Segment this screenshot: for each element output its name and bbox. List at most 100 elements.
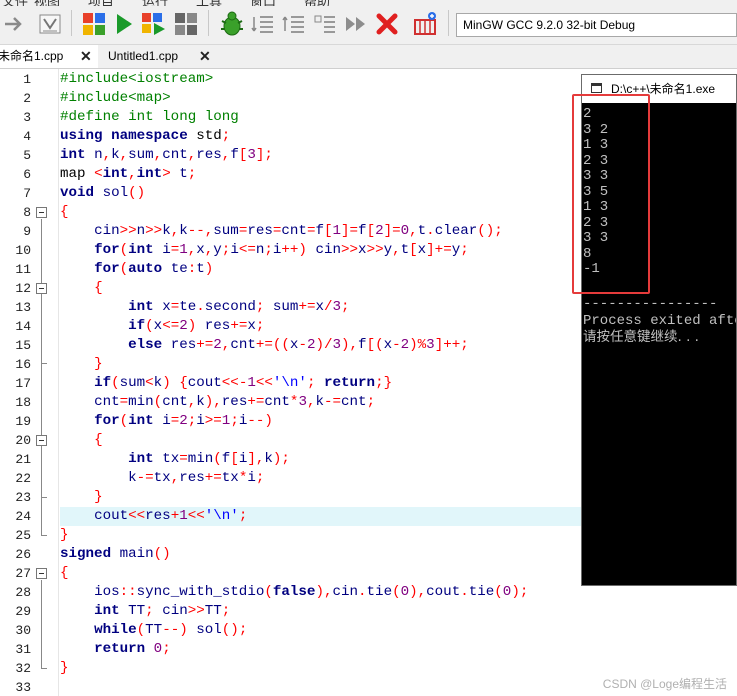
line-number: 4 [23,129,31,144]
watermark: CSDN @Loge编程生活 [602,677,727,691]
code-line: { [60,565,69,581]
line-number: 2 [23,91,31,106]
line-number: 17 [15,376,31,391]
fold-toggle-icon[interactable] [36,435,47,446]
fold-line [41,580,42,668]
line-number: 29 [15,604,31,619]
console-press-key: 请按任意键继续. . . [583,329,699,345]
compiler-select[interactable]: MinGW GCC 9.2.0 32-bit Debug [456,13,737,37]
line-number: 33 [15,680,31,695]
fold-toggle-icon[interactable] [36,283,47,294]
line-number: 15 [15,338,31,353]
line-number: 6 [23,167,31,182]
annotation-box [572,94,650,294]
console-exit-message: Process exited after [583,313,737,329]
code-line: k-=tx,res+=tx*i; [128,470,265,486]
profile-icon[interactable] [411,10,439,38]
compile-run-icon[interactable] [140,10,168,38]
toolbar-separator [448,10,449,36]
menu-view[interactable]: 视图 [34,0,60,6]
close-icon[interactable]: ✕ [80,45,92,68]
fold-toggle-icon[interactable] [36,207,47,218]
code-line: #include<map> [60,90,171,106]
line-number: 23 [15,490,31,505]
line-number: 18 [15,395,31,410]
tab-bar: 未命名1.cpp ✕ Untitled1.cpp ✕ [0,45,737,69]
line-number: 21 [15,452,31,467]
unindent-icon[interactable] [280,10,308,38]
grid-color-icon[interactable] [80,10,108,38]
code-line: if(x<=2) res+=x; [128,318,265,334]
next-icon[interactable] [342,10,370,38]
line-number: 25 [15,528,31,543]
code-line: for(auto te:t) [94,261,214,277]
code-line: } [60,527,69,543]
line-number: 3 [23,110,31,125]
format-icon[interactable] [36,10,64,38]
toolbar-separator [71,10,72,36]
line-number: 16 [15,357,31,372]
code-line: { [94,280,103,296]
forward-icon[interactable] [0,10,28,38]
code-line: #include<iostream> [60,71,214,87]
run-icon[interactable] [110,10,138,38]
line-number: 11 [15,262,31,277]
code-line: for(int i=1,x,y;i<=n;i++) cin>>x>>y,t[x]… [94,242,469,258]
fold-icon[interactable] [311,10,339,38]
toolbar-separator [208,10,209,36]
grid-icon[interactable] [172,10,200,38]
close-icon[interactable]: ✕ [199,45,211,68]
code-line: for(int i=2;i>=1;i--) [94,413,273,429]
line-number: 14 [15,319,31,334]
code-line: #define int long long [60,109,239,125]
code-line: int tx=min(f[i],k); [128,451,290,467]
code-line: int x=te.second; sum+=x/3; [128,299,350,315]
menu-help[interactable]: 帮助 [304,0,330,6]
fold-end [41,535,47,536]
menu-project[interactable]: 项目 [88,0,114,6]
fold-toggle-icon[interactable] [36,568,47,579]
code-line: int n,k,sum,cnt,res,f[3]; [60,147,273,163]
menu-window[interactable]: 窗口 [250,0,276,6]
code-line: } [94,489,103,505]
code-line: ios::sync_with_stdio(false),cin.tie(0),c… [94,584,529,600]
code-line: return 0; [94,641,171,657]
code-line: int TT; cin>>TT; [94,603,231,619]
code-line: cin>>n>>k,k--,sum=res=cnt=f[1]=f[2]=0,t.… [94,223,503,239]
line-number: 22 [15,471,31,486]
line-number: 19 [15,414,31,429]
stop-icon[interactable] [373,10,401,38]
menu-run[interactable]: 运行 [142,0,168,6]
menu-bar: 文件 视图 项目 运行 工具 窗口 帮助 [0,0,737,6]
line-number: 26 [15,547,31,562]
fold-end [41,668,47,669]
code-line: while(TT--) sol(); [94,622,248,638]
code-line: } [94,356,103,372]
code-line: else res+=2,cnt+=((x-2)/3),f[(x-2)%3]++; [128,337,469,353]
line-number: 10 [15,243,31,258]
debug-bug-icon[interactable] [218,10,246,38]
line-number-gutter: 1 2 3 4 5 6 7 8 9 10 11 12 13 14 15 16 17 18 19 20 21 22 23 24 2… [0,69,59,696]
tab-label: 未命名1.cpp [0,49,64,63]
code-line: { [60,204,69,220]
line-number: 30 [15,623,31,638]
line-number: 1 [23,72,31,87]
line-number: 24 [15,509,31,524]
line-number: 31 [15,642,31,657]
line-number: 20 [15,433,31,448]
indent-icon[interactable] [249,10,277,38]
code-line: using namespace std; [60,128,231,144]
line-number: 5 [23,148,31,163]
console-separator: ---------------- [583,296,718,312]
menu-file[interactable]: 文件 [2,0,28,6]
menu-tools[interactable]: 工具 [196,0,222,6]
code-line: void sol() [60,185,146,201]
fold-line [41,447,42,497]
line-number: 12 [15,281,31,296]
line-number: 28 [15,585,31,600]
console-window-icon [591,83,602,93]
line-number: 32 [15,661,31,676]
code-line: cout<<res+1<<'\n'; [94,508,248,524]
line-number: 9 [23,224,31,239]
tab-label: Untitled1.cpp [108,49,179,63]
